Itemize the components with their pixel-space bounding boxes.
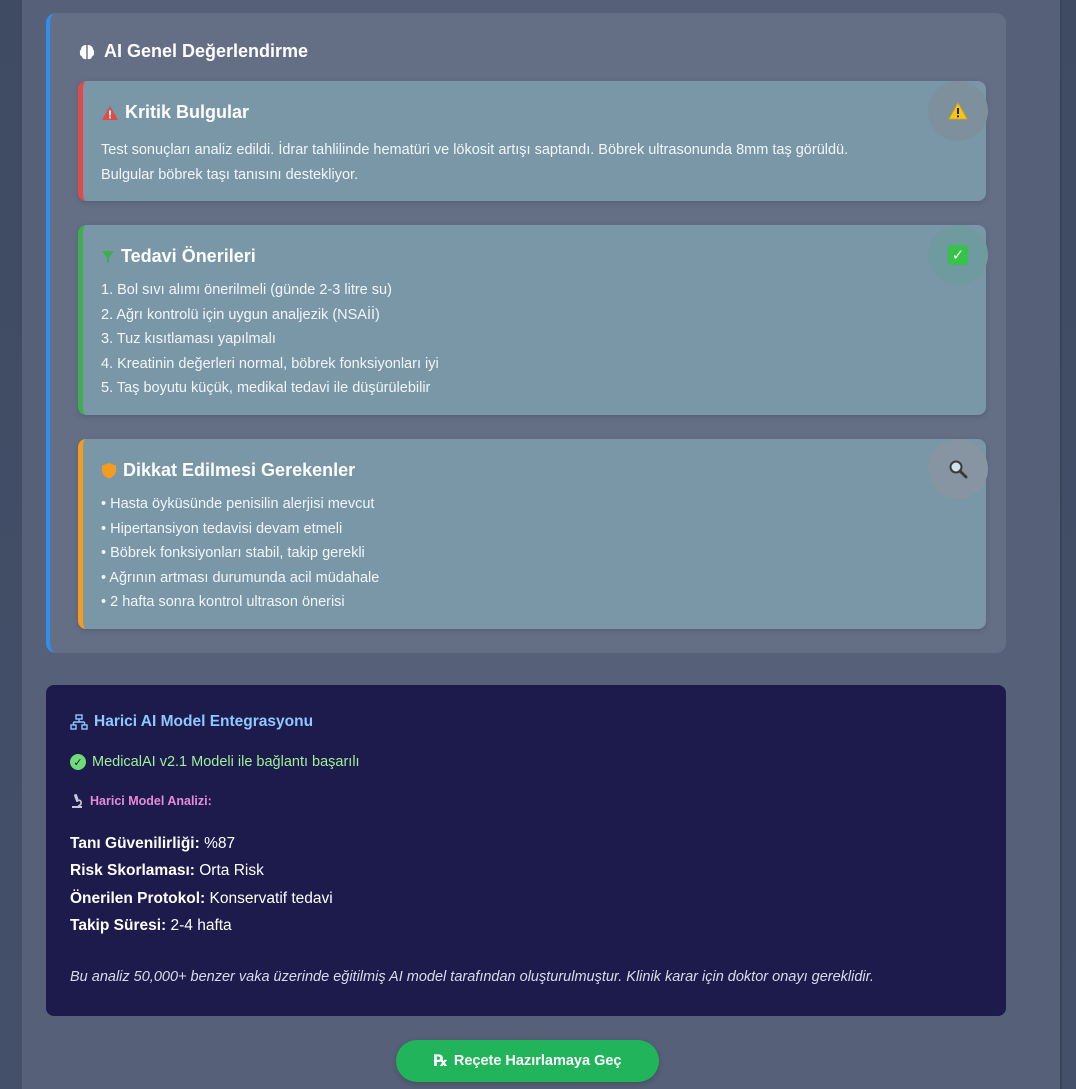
- metric-label: Risk Skorlaması:: [70, 862, 195, 880]
- critical-findings-card: Kritik Bulgular Test sonuçları analiz ed…: [78, 81, 988, 201]
- treatment-line: 5. Taş boyutu küçük, medikal tedavi ile …: [101, 380, 431, 396]
- external-model-section: Harici AI Model Entegrasyonu ✓ MedicalAI…: [46, 685, 1006, 1016]
- metric-row: Risk Skorlaması: Orta Risk: [70, 857, 333, 884]
- pill-icon: [102, 250, 114, 263]
- treatment-title-text: Tedavi Önerileri: [121, 246, 256, 266]
- warning-icon: [102, 105, 118, 120]
- ai-overview-title: AI Genel Değerlendirme: [78, 41, 308, 62]
- network-icon: [70, 714, 88, 730]
- prescription-button[interactable]: ℞ Reçete Hazırlamaya Geç: [396, 1040, 659, 1082]
- treatment-body: 1. Bol sıvı alımı önerilmeli (günde 2-3 …: [101, 278, 946, 401]
- ai-overview-title-text: AI Genel Değerlendirme: [104, 41, 309, 61]
- prescription-icon: ℞: [433, 1053, 448, 1070]
- treatment-title: Tedavi Önerileri: [101, 246, 256, 267]
- brain-icon: [79, 44, 95, 59]
- attention-title: Dikkat Edilmesi Gerekenler: [101, 460, 355, 481]
- connection-status-text: MedicalAI v2.1 Modeli ile bağlantı başar…: [92, 754, 360, 770]
- metric-value: Konservatif tedavi: [209, 889, 333, 907]
- external-analysis-label-text: Harici Model Analizi:: [90, 794, 212, 808]
- magnifier-badge-icon: [928, 439, 988, 499]
- metric-row: Takip Süresi: 2-4 hafta: [70, 912, 333, 939]
- shield-icon: [102, 463, 116, 479]
- attention-card: Dikkat Edilmesi Gerekenler • Hasta öyküs…: [78, 439, 988, 629]
- critical-findings-title: Kritik Bulgular: [101, 102, 249, 123]
- attention-line: • Ağrının artması durumunda acil müdahal…: [101, 569, 380, 586]
- treatment-line: 1. Bol sıvı alımı önerilmeli (günde 2-3 …: [101, 282, 392, 298]
- metric-value: Orta Risk: [199, 862, 264, 880]
- attention-line: • 2 hafta sonra kontrol ultrason önerisi: [101, 594, 345, 610]
- attention-title-text: Dikkat Edilmesi Gerekenler: [123, 460, 356, 480]
- critical-findings-line: Test sonuçları analiz edildi. İdrar tahl…: [101, 142, 849, 158]
- critical-findings-title-text: Kritik Bulgular: [125, 102, 250, 122]
- metric-label: Önerilen Protokol:: [70, 889, 206, 907]
- check-circle-icon: ✓: [70, 754, 86, 770]
- treatment-line: 3. Tuz kısıtlaması yapılmalı: [101, 331, 276, 347]
- prescription-button-label: Reçete Hazırlamaya Geç: [453, 1053, 622, 1069]
- attention-body: • Hasta öyküsünde penisilin alerjisi mev…: [101, 492, 946, 615]
- external-model-title: Harici AI Model Entegrasyonu: [70, 713, 313, 731]
- attention-line: • Hasta öyküsünde penisilin alerjisi mev…: [101, 496, 375, 512]
- external-model-title-text: Harici AI Model Entegrasyonu: [94, 713, 314, 730]
- external-model-note: Bu analiz 50,000+ benzer vaka üzerinde e…: [70, 969, 874, 985]
- external-analysis-label: Harici Model Analizi:: [70, 793, 212, 809]
- critical-findings-line: Bulgular böbrek taşı tanısını destekliyo…: [101, 166, 359, 183]
- connection-status: ✓ MedicalAI v2.1 Modeli ile bağlantı baş…: [70, 754, 360, 770]
- metric-label: Tanı Güvenilirliği:: [70, 835, 200, 852]
- treatment-card: Tedavi Önerileri 1. Bol sıvı alımı öneri…: [78, 225, 988, 415]
- metric-label: Takip Süresi:: [70, 916, 167, 934]
- warning-badge-icon: [928, 81, 988, 141]
- search-icon: [949, 460, 968, 479]
- checkmark-badge-icon: ✓: [928, 225, 988, 285]
- metric-value: %87: [204, 835, 236, 852]
- ai-overview-section: AI Genel Değerlendirme Kritik Bulgular T…: [46, 13, 1006, 653]
- treatment-line: 2. Ağrı kontrolü için uygun analjezik (N…: [101, 306, 380, 323]
- metric-row: Önerilen Protokol: Konservatif tedavi: [70, 885, 333, 912]
- attention-line: • Böbrek fonksiyonları stabil, takip ger…: [101, 545, 365, 561]
- treatment-line: 4. Kreatinin değerleri normal, böbrek fo…: [101, 355, 439, 372]
- metric-value: 2-4 hafta: [170, 916, 232, 934]
- critical-findings-body: Test sonuçları analiz edildi. İdrar tahl…: [101, 138, 946, 187]
- metric-row: Tanı Güvenilirliği: %87: [70, 830, 333, 857]
- check-icon: ✓: [948, 245, 968, 265]
- attention-line: • Hipertansiyon tedavisi devam etmeli: [101, 520, 343, 537]
- external-metrics: Tanı Güvenilirliği: %87 Risk Skorlaması:…: [70, 830, 333, 939]
- microscope-icon: [72, 794, 82, 808]
